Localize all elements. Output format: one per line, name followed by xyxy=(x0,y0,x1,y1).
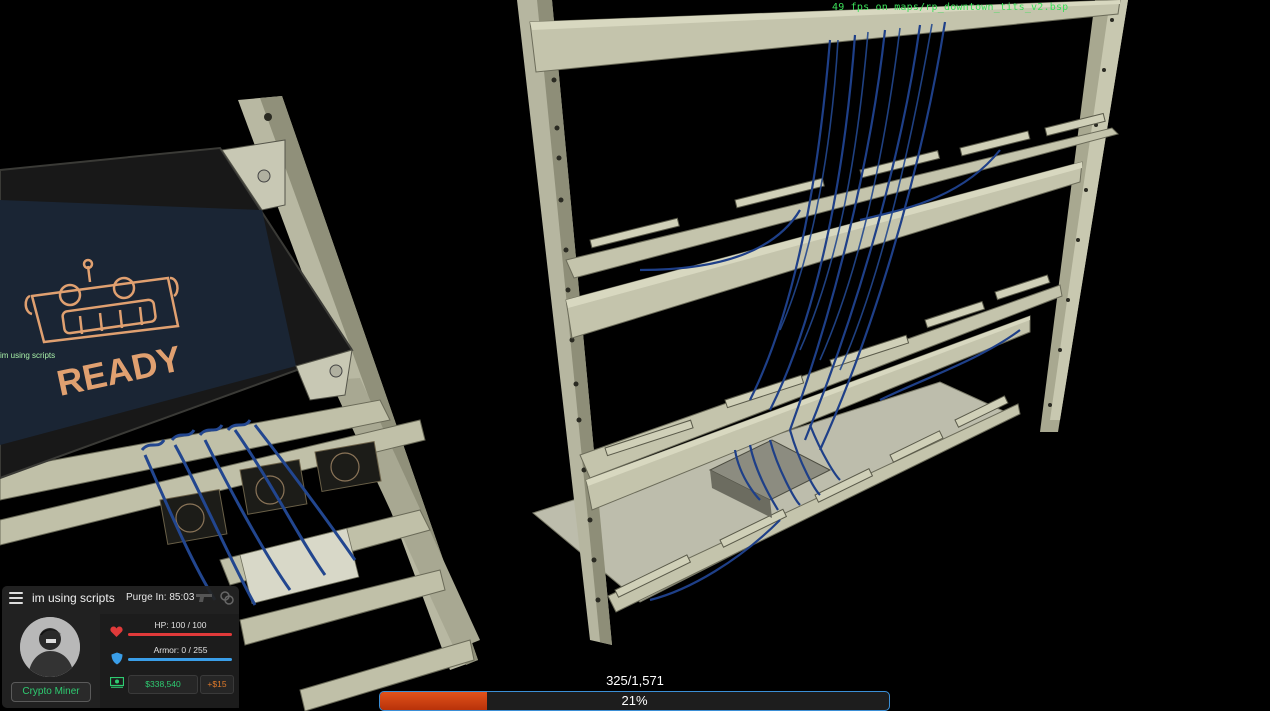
money-display: $338,540 xyxy=(128,675,198,694)
mining-progress-percent: 21% xyxy=(621,693,648,708)
mining-progress-bar: 21% xyxy=(379,691,890,711)
hp-bar-fill xyxy=(128,633,232,636)
hp-label: HP: 100 / 100 xyxy=(154,620,207,630)
shield-icon xyxy=(111,652,123,665)
hud-header: im using scripts Purge In: 85:03 xyxy=(2,586,239,611)
player-hud: im using scripts Purge In: 85:03 Crypto … xyxy=(2,586,239,708)
fps-counter: 49 fps on maps/rp_downtown_tits_v2.bsp xyxy=(832,2,1069,13)
player-name: im using scripts xyxy=(32,591,115,605)
menu-icon[interactable] xyxy=(9,592,23,604)
armor-bar-track xyxy=(128,658,232,661)
stats-panel: HP: 100 / 100 Armor: 0 / 255 $338,540 +$… xyxy=(100,614,239,708)
heart-icon xyxy=(110,626,123,637)
purge-timer: Purge In: 85:03 xyxy=(126,592,195,603)
avatar xyxy=(20,617,80,677)
salary-display: +$15 xyxy=(200,675,234,694)
overhead-player-name: im using scripts xyxy=(0,351,56,360)
mining-progress-count: 325/1,571 xyxy=(606,673,664,688)
job-button[interactable]: Crypto Miner xyxy=(11,682,91,702)
gun-icon xyxy=(196,594,212,602)
lock-icon xyxy=(220,591,234,605)
money-icon xyxy=(110,677,124,688)
armor-label: Armor: 0 / 255 xyxy=(153,645,208,655)
hp-bar-track xyxy=(128,633,232,636)
